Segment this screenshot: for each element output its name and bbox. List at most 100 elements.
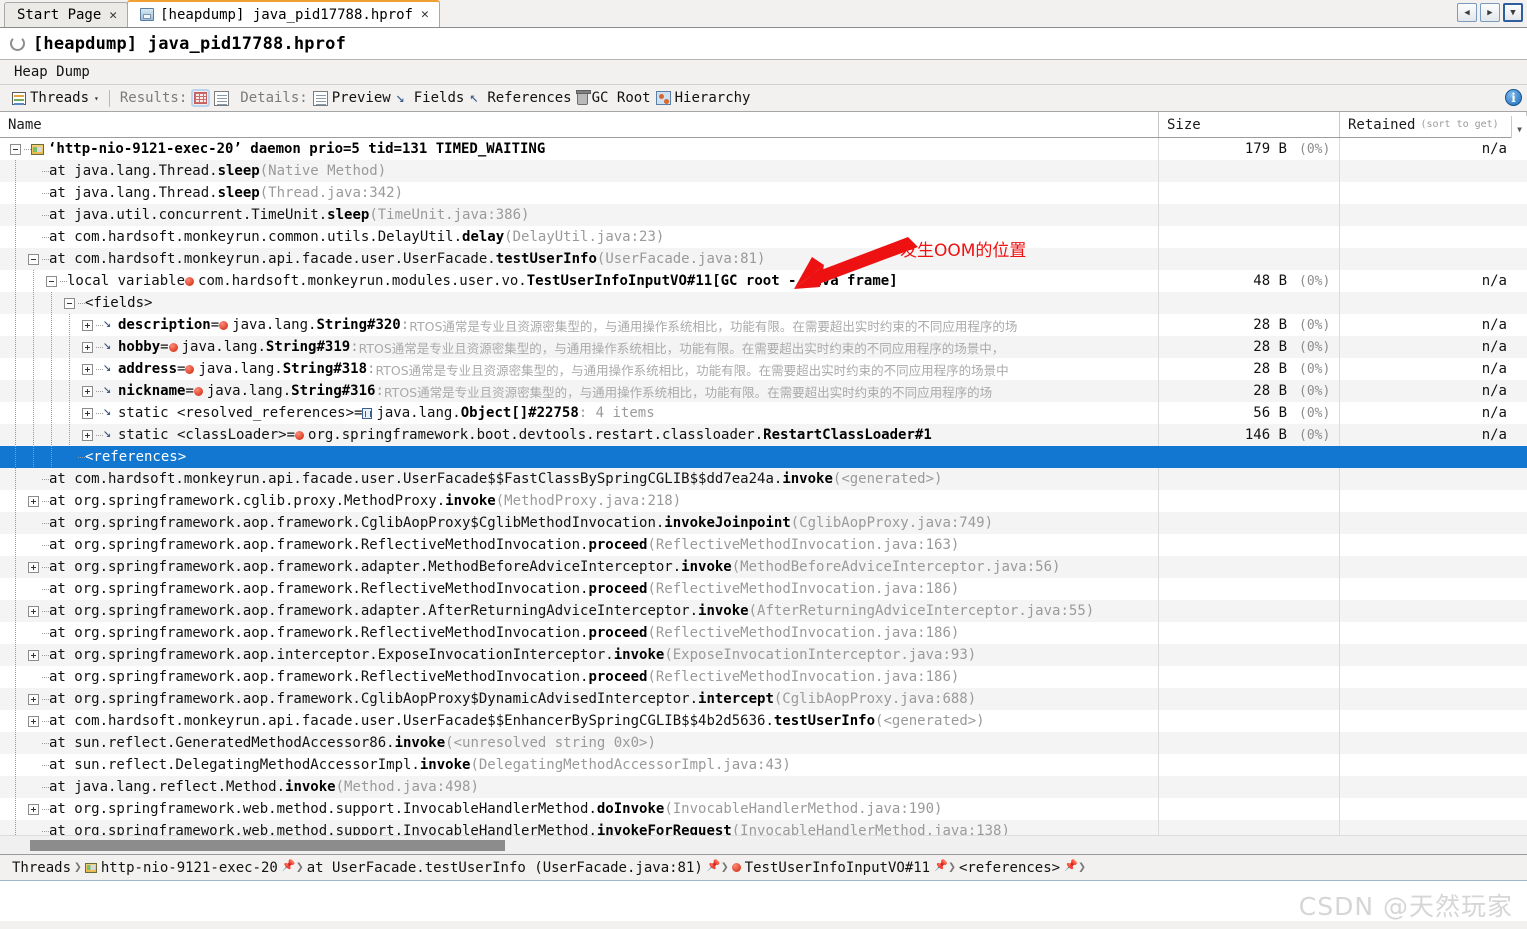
- horizontal-scrollbar[interactable]: [0, 835, 1527, 855]
- table-row[interactable]: at com.hardsoft.monkeyrun.api.facade.use…: [0, 468, 1527, 490]
- table-view-icon[interactable]: [191, 89, 211, 107]
- table-row[interactable]: at java.lang.Thread. sleep (Thread.java:3…: [0, 182, 1527, 204]
- table-row[interactable]: at com.hardsoft.monkeyrun.api.facade.use…: [0, 710, 1527, 732]
- row-text-part: (ReflectiveMethodInvocation.java:163): [647, 537, 960, 553]
- fields-icon: [396, 88, 410, 106]
- expand-icon[interactable]: [28, 803, 39, 815]
- expand-icon[interactable]: [82, 319, 93, 331]
- table-row[interactable]: static <resolved_references>= java.lang.O…: [0, 402, 1527, 424]
- pin-icon[interactable]: [707, 859, 721, 873]
- table-row[interactable]: ‘http-nio-9121-exec-20’ daemon prio=5 ti…: [0, 138, 1527, 160]
- editor-tab-strip: Start Page ✕ [heapdump] java_pid17788.hp…: [0, 0, 1527, 28]
- cell-size: [1159, 710, 1340, 732]
- table-row[interactable]: nickname= java.lang.String#316 : RTOS通常是专…: [0, 380, 1527, 402]
- column-header-name[interactable]: Name: [0, 112, 1159, 137]
- tree-connector: [42, 676, 49, 678]
- expand-icon[interactable]: [28, 605, 39, 617]
- collapse-icon[interactable]: [46, 275, 57, 287]
- row-text-part: at org.springframework.aop.framework.Ref…: [49, 625, 589, 641]
- tab-next-button[interactable]: ▶: [1480, 3, 1500, 22]
- object-icon: [185, 364, 195, 374]
- threads-icon: [12, 91, 26, 105]
- table-row[interactable]: at org.springframework.aop.framework.Cgl…: [0, 512, 1527, 534]
- breadcrumb-item[interactable]: TestUserInfoInputVO#11: [731, 859, 948, 876]
- tab-start-page[interactable]: Start Page ✕: [4, 2, 129, 27]
- details-fields-button[interactable]: Fields: [396, 88, 465, 106]
- cell-name: at org.springframework.aop.framework.Ref…: [0, 534, 1159, 556]
- tree-indent-guides: [0, 314, 82, 336]
- table-row[interactable]: at java.lang.reflect.Method. invoke (Meth…: [0, 776, 1527, 798]
- expand-icon[interactable]: [82, 385, 93, 397]
- details-gc-root-button[interactable]: GC Root: [575, 89, 651, 106]
- row-text-part: =: [210, 317, 220, 333]
- tab-heapdump[interactable]: [heapdump] java_pid17788.hprof ✕: [127, 0, 440, 27]
- table-row[interactable]: at java.util.concurrent.TimeUnit. sleep (…: [0, 204, 1527, 226]
- table-row[interactable]: <references>: [0, 446, 1527, 468]
- row-text-part: String#316: [291, 383, 376, 399]
- retained-value: n/a: [1481, 427, 1507, 443]
- expand-icon[interactable]: [82, 363, 93, 375]
- details-preview-button[interactable]: Preview: [312, 90, 391, 106]
- table-row[interactable]: address= java.lang.String#318 : RTOS通常是专业…: [0, 358, 1527, 380]
- breadcrumb-item[interactable]: <references>: [959, 859, 1078, 876]
- expand-icon[interactable]: [28, 561, 39, 573]
- breadcrumb-item[interactable]: http-nio-9121-exec-20: [84, 859, 296, 876]
- breadcrumb-item[interactable]: at UserFacade.testUserInfo (UserFacade.j…: [307, 859, 721, 876]
- collapse-icon[interactable]: [64, 297, 75, 309]
- table-row[interactable]: hobby= java.lang.String#319 : RTOS通常是专业且资…: [0, 336, 1527, 358]
- detail-view-icon[interactable]: [214, 90, 230, 106]
- tree-indent-guides: [0, 270, 46, 292]
- info-icon[interactable]: i: [1505, 89, 1522, 106]
- table-row[interactable]: at org.springframework.aop.framework.Ref…: [0, 666, 1527, 688]
- threads-dropdown[interactable]: Threads ▾: [12, 90, 99, 106]
- breadcrumb-item[interactable]: Threads: [12, 860, 71, 876]
- tree-connector: [96, 412, 103, 414]
- table-row[interactable]: at org.springframework.aop.framework.Cgl…: [0, 688, 1527, 710]
- table-row[interactable]: description= java.lang.String#320 : RTOS通…: [0, 314, 1527, 336]
- tab-close-icon[interactable]: ✕: [107, 8, 119, 23]
- table-row[interactable]: at sun.reflect.DelegatingMethodAccessorI…: [0, 754, 1527, 776]
- expand-icon[interactable]: [28, 693, 39, 705]
- table-row[interactable]: at java.lang.Thread. sleep (Native Method…: [0, 160, 1527, 182]
- table-row[interactable]: local variable com.hardsoft.monkeyrun.mo…: [0, 270, 1527, 292]
- table-row[interactable]: at org.springframework.aop.interceptor.E…: [0, 644, 1527, 666]
- collapse-icon[interactable]: [28, 253, 39, 265]
- table-row[interactable]: at org.springframework.aop.framework.ada…: [0, 600, 1527, 622]
- expand-icon[interactable]: [82, 429, 93, 441]
- details-hierarchy-button[interactable]: Hierarchy: [655, 90, 750, 106]
- table-row[interactable]: <fields>: [0, 292, 1527, 314]
- expand-icon[interactable]: [28, 715, 39, 727]
- details-references-button[interactable]: References: [469, 88, 571, 106]
- table-row[interactable]: at org.springframework.aop.framework.Ref…: [0, 534, 1527, 556]
- expand-icon[interactable]: [28, 495, 39, 507]
- retained-value: n/a: [1481, 317, 1507, 333]
- expand-icon[interactable]: [82, 407, 93, 419]
- collapse-icon[interactable]: [10, 143, 21, 155]
- results-table-body[interactable]: ‘http-nio-9121-exec-20’ daemon prio=5 ti…: [0, 138, 1527, 835]
- table-row[interactable]: at org.springframework.web.method.suppor…: [0, 798, 1527, 820]
- table-row[interactable]: at org.springframework.web.method.suppor…: [0, 820, 1527, 835]
- table-row[interactable]: at org.springframework.cglib.proxy.Metho…: [0, 490, 1527, 512]
- pin-icon[interactable]: [1064, 859, 1078, 873]
- expand-icon[interactable]: [82, 341, 93, 353]
- table-row[interactable]: at com.hardsoft.monkeyrun.common.utils.D…: [0, 226, 1527, 248]
- table-row[interactable]: at org.springframework.aop.framework.Ref…: [0, 622, 1527, 644]
- pin-icon[interactable]: [282, 859, 296, 873]
- horizontal-scrollbar-thumb[interactable]: [30, 840, 505, 851]
- tree-indent-guides: [0, 490, 28, 512]
- table-row[interactable]: at org.springframework.aop.framework.Ref…: [0, 578, 1527, 600]
- table-row[interactable]: at com.hardsoft.monkeyrun.api.facade.use…: [0, 248, 1527, 270]
- size-percent: (0%): [1299, 427, 1331, 443]
- table-row[interactable]: static <classLoader>= org.springframework…: [0, 424, 1527, 446]
- table-row[interactable]: at sun.reflect.GeneratedMethodAccessor86…: [0, 732, 1527, 754]
- expand-icon[interactable]: [28, 649, 39, 661]
- gc-root-icon: [575, 89, 591, 105]
- tab-close-icon[interactable]: ✕: [419, 7, 431, 22]
- table-row[interactable]: at org.springframework.aop.framework.ada…: [0, 556, 1527, 578]
- tab-prev-button[interactable]: ◀: [1457, 3, 1477, 22]
- pin-icon[interactable]: [934, 859, 948, 873]
- tree-connector: [42, 720, 49, 722]
- column-header-size[interactable]: Size: [1159, 112, 1340, 137]
- column-header-retained[interactable]: Retained (sort to get): [1340, 112, 1527, 137]
- tab-list-button[interactable]: ▼: [1503, 3, 1523, 22]
